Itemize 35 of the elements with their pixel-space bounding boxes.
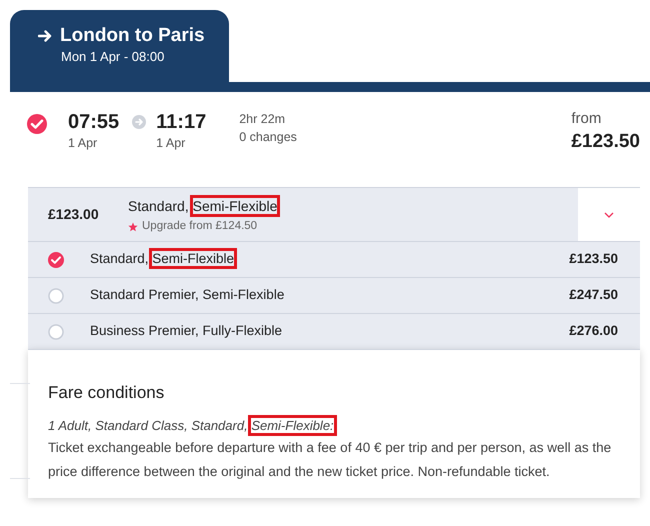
fare-selector[interactable]: £123.00 Standard, Semi-Flexible Upgrade from £124.50: [28, 187, 640, 241]
fare-option[interactable]: Standard Premier, Semi-Flexible £247.50: [28, 277, 640, 313]
date-text: 1 Apr: [156, 135, 186, 152]
option-label: Business Premier, Fully-Flexible: [90, 322, 282, 340]
expand-button[interactable]: [578, 188, 640, 241]
journey-price: £123.50: [571, 130, 640, 154]
radio-button: [48, 288, 64, 304]
arrow-circle-icon: [132, 115, 146, 129]
arrival-time: 11:17: [156, 110, 206, 134]
fare-option[interactable]: Business Premier, Fully-Flexible £276.00: [28, 313, 640, 349]
fare-price: £123.00: [47, 205, 100, 224]
date-text: 1 Apr: [68, 135, 98, 152]
option-price: £276.00: [569, 322, 618, 340]
chevron-down-icon: [604, 212, 614, 218]
star-icon: [128, 222, 138, 232]
fare-option[interactable]: Standard, Semi-Flexible £123.50: [28, 241, 640, 277]
from-label: from: [571, 110, 602, 128]
check-circle-icon: [48, 252, 64, 268]
arrow-right-icon: [38, 29, 52, 43]
changes-text: 0 changes: [239, 129, 297, 146]
trip-tab[interactable]: London to Paris Mon 1 Apr - 08:00: [10, 10, 229, 82]
option-price: £123.50: [569, 250, 618, 268]
upgrade-text: Upgrade from £124.50: [142, 219, 258, 234]
option-label: Standard Premier, Semi-Flexible: [90, 286, 284, 304]
fare-label: Standard, Semi-Flexible: [128, 196, 278, 217]
trip-date: Mon 1 Apr - 08:00: [61, 48, 166, 66]
duration-text: 2hr 22m: [239, 111, 286, 128]
trip-title: London to Paris: [60, 24, 205, 48]
option-price: £247.50: [569, 286, 618, 304]
conditions-title: Fare conditions: [48, 382, 166, 404]
radio-button: [48, 324, 64, 340]
fare-summary: 1 Adult, Standard Class, Standard, Semi-Flexible:: [48, 416, 618, 436]
option-label: Standard, Semi-Flexible: [90, 249, 234, 270]
conditions-text: Ticket exchangeable before departure with a fee of 40 € per trip and per person, as well as the price difference between the original and the new ticket price. Non-refundable ticket.: [48, 439, 612, 481]
departure-time: 07:55: [68, 110, 120, 134]
